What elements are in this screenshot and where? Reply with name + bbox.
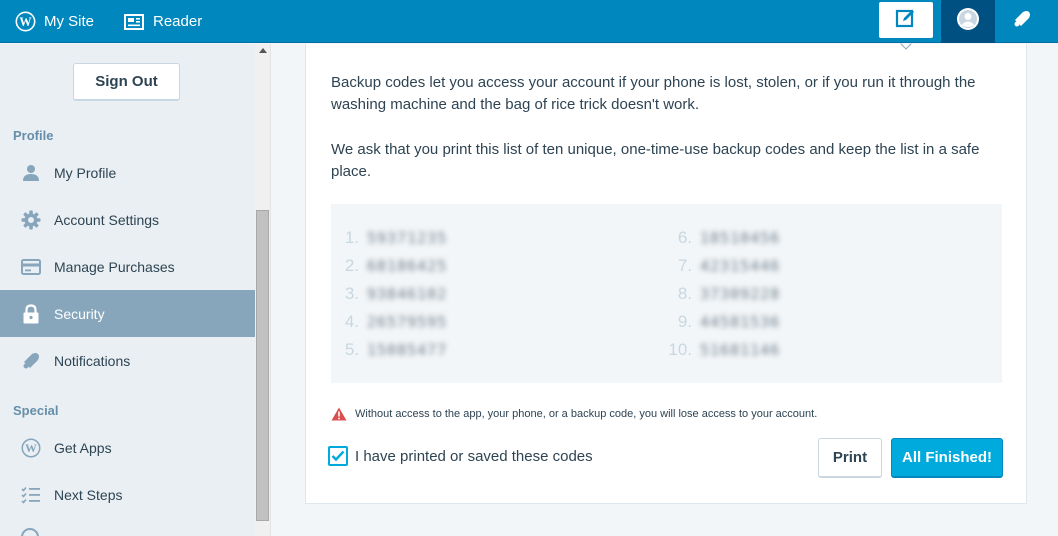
sidebar-item-security[interactable]: Security [0, 290, 255, 337]
my-site-link[interactable]: W My Site [14, 0, 94, 43]
sidebar-item-manage-purchases[interactable]: Manage Purchases [0, 243, 255, 290]
backup-code: 10. 51681146 [668, 340, 781, 359]
sidebar-item-next-steps[interactable]: Next Steps [0, 471, 255, 518]
check-icon [331, 450, 345, 462]
sign-out-button[interactable]: Sign Out [73, 63, 180, 101]
backup-code: 4. 26579595 [344, 312, 448, 331]
backup-code: 8. 37309228 [677, 284, 781, 303]
sidebar-item-account-settings[interactable]: Account Settings [0, 196, 255, 243]
avatar-icon [956, 7, 980, 36]
wordpress-logo-icon: W [14, 11, 36, 33]
printed-checkbox[interactable] [328, 446, 348, 466]
print-button[interactable]: Print [818, 438, 882, 478]
backup-code: 6. 18510456 [677, 228, 781, 247]
all-finished-button[interactable]: All Finished! [891, 438, 1003, 478]
help-icon [21, 528, 39, 536]
scrollbar-thumb[interactable] [256, 210, 269, 521]
profile-heading: Profile [13, 128, 54, 143]
sidebar-item-label: Get Apps [54, 439, 112, 456]
loss-warning: Without access to the app, your phone, o… [331, 407, 817, 421]
backup-code: 2. 68186425 [344, 256, 448, 275]
backup-code: 7. 42315446 [677, 256, 781, 275]
printed-checkbox-label: I have printed or saved these codes [355, 447, 593, 465]
backup-code: 1. 59371235 [344, 228, 448, 247]
notifications-button[interactable] [1000, 0, 1044, 43]
sidebar-item-label: Notifications [54, 352, 131, 369]
write-post-button[interactable] [879, 2, 933, 38]
sidebar-item-label: Security [54, 305, 105, 322]
warning-triangle-icon [331, 407, 347, 421]
sidebar-item-label: Manage Purchases [54, 258, 175, 275]
sidebar-item-get-apps[interactable]: W Get Apps [0, 424, 255, 471]
backup-code: 9. 44581536 [677, 312, 781, 331]
special-heading: Special [13, 403, 59, 418]
sidebar-item-notifications[interactable]: Notifications [0, 337, 255, 384]
reader-icon [123, 11, 145, 33]
backup-codes-list: 1. 59371235 2. 68186425 3. 93846102 4. 26579… [331, 204, 1002, 383]
notifications-bell-icon [1012, 9, 1032, 34]
svg-text:W: W [19, 15, 32, 29]
sidebar-item-label: My Profile [54, 164, 117, 181]
reader-link[interactable]: Reader [123, 0, 202, 43]
gear-icon [19, 210, 43, 230]
backup-code: 5. 15085477 [344, 340, 448, 359]
svg-text:W: W [25, 442, 37, 455]
backup-code: 3. 93846102 [344, 284, 448, 303]
sidebar-item-label: Next Steps [54, 486, 123, 503]
sidebar-scrollbar[interactable] [255, 44, 271, 536]
backup-codes-card: Backup codes let you access your account… [305, 38, 1027, 504]
sidebar: Sign Out Profile My Profile Account Sett… [0, 44, 255, 536]
masterbar: W My Site Reader [0, 0, 1058, 43]
credit-card-icon [19, 258, 43, 275]
sidebar-item-my-profile[interactable]: My Profile [0, 149, 255, 196]
sidebar-item-label: Account Settings [54, 211, 160, 228]
reader-label: Reader [153, 13, 203, 30]
user-icon [19, 164, 43, 182]
wordpress-icon: W [19, 438, 43, 458]
backup-codes-intro: Backup codes let you access your account… [331, 74, 976, 113]
write-post-icon [895, 7, 917, 34]
printed-confirmation[interactable]: I have printed or saved these codes [328, 446, 593, 466]
backup-codes-request: We ask that you print this list of ten u… [331, 141, 980, 180]
bell-icon [19, 351, 43, 371]
scroll-up-arrow-icon[interactable] [259, 48, 267, 53]
me-button[interactable] [941, 0, 995, 43]
my-site-label: My Site [44, 13, 95, 30]
warning-text: Without access to the app, your phone, o… [355, 408, 818, 420]
checklist-icon [19, 486, 43, 504]
lock-icon [19, 303, 43, 324]
